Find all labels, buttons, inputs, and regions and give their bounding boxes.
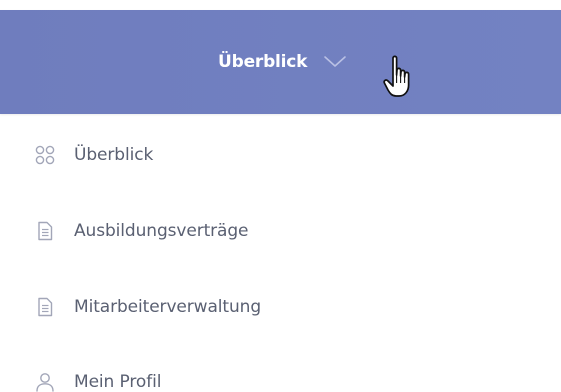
document-icon bbox=[34, 220, 56, 242]
hand-pointer-icon bbox=[383, 55, 410, 97]
menu-item-training-contracts[interactable]: Ausbildungsverträge bbox=[34, 216, 249, 246]
app-page: Überblick Überblick Ausbildungsverträge … bbox=[0, 0, 561, 392]
header-bar: Überblick bbox=[0, 10, 561, 114]
menu-item-employee-management[interactable]: Mitarbeiterverwaltung bbox=[34, 292, 261, 322]
menu-item-my-profile[interactable]: Mein Profil bbox=[34, 367, 161, 392]
menu-item-label: Mein Profil bbox=[74, 372, 162, 392]
menu-item-overview[interactable]: Überblick bbox=[34, 140, 153, 170]
menu-item-label: Überblick bbox=[74, 145, 154, 165]
menu-item-label: Ausbildungsverträge bbox=[74, 221, 249, 241]
header-title: Überblick bbox=[218, 52, 308, 72]
menu-item-label: Mitarbeiterverwaltung bbox=[74, 297, 262, 317]
overview-dropdown-toggle[interactable]: Überblick bbox=[218, 44, 347, 80]
chevron-down-icon bbox=[324, 56, 347, 67]
overview-dropdown-menu: Überblick Ausbildungsverträge Mitarbeite… bbox=[0, 114, 561, 392]
grid-icon bbox=[34, 144, 56, 166]
document-icon bbox=[34, 296, 56, 318]
user-icon bbox=[34, 371, 56, 392]
